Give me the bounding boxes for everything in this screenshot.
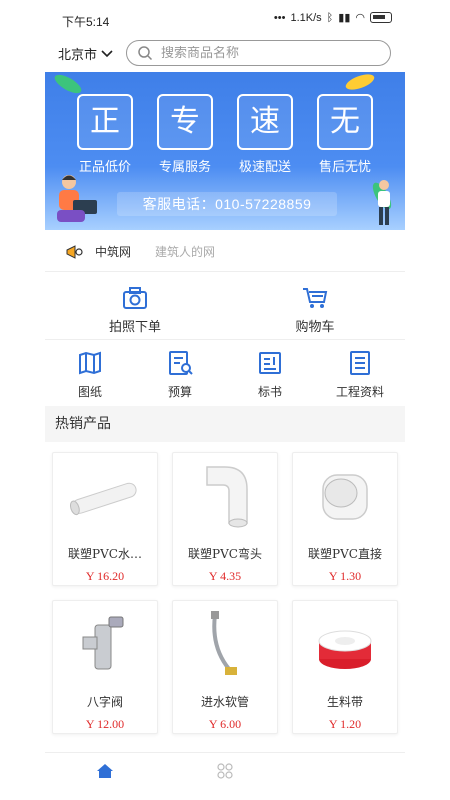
tab-placeholder[interactable] [285, 753, 405, 800]
home-icon [97, 764, 113, 778]
product-image [293, 601, 397, 689]
banner-tile: 专 专属服务 [145, 94, 225, 175]
category-label: 工程资料 [335, 385, 384, 399]
top-bar: 北京市 [0, 38, 450, 68]
product-card[interactable]: 八字阀 Y 12.00 [52, 600, 158, 734]
banner-tile: 无 售后无忧 [305, 94, 385, 175]
pvc-pipe-image [69, 482, 137, 516]
leaf-decoration [52, 72, 84, 97]
product-image [173, 601, 277, 689]
product-image [293, 453, 397, 541]
product-price: Y 16.20 [85, 569, 125, 583]
product-name: 八字阀 [86, 695, 123, 709]
city-selector[interactable]: 北京市 [58, 44, 114, 63]
product-image [173, 453, 277, 541]
tab-home[interactable] [45, 753, 165, 800]
person-laptop-illustration [57, 175, 97, 222]
category-bid[interactable]: 标书 [225, 344, 315, 402]
tile-char: 无 [317, 94, 373, 150]
product-name: 联塑PVC弯头 [188, 547, 262, 561]
search-bar[interactable] [126, 40, 391, 66]
product-name: 联塑PVC直接 [308, 547, 382, 561]
cart-icon [303, 288, 328, 308]
product-price: Y 1.20 [328, 717, 362, 731]
photo-order-label: 拍照下单 [108, 320, 161, 335]
product-name: 进水软管 [200, 695, 249, 709]
product-price: Y 12.00 [85, 717, 125, 731]
bottom-tab-bar [45, 752, 405, 800]
signal-dots-icon: ••• [273, 11, 286, 24]
product-grid: 联塑PVC水… Y 16.20 联塑PVC弯头 Y 4.35 联塑PVC直接 Y… [52, 452, 398, 734]
tile-char: 专 [157, 94, 213, 150]
map-icon [79, 351, 101, 375]
product-price: Y 1.30 [328, 569, 362, 583]
search-icon [138, 46, 153, 61]
battery-icon [370, 12, 392, 23]
hotline-text: 客服电话：010-57228859 [117, 192, 337, 216]
quick-actions: 拍照下单 购物车 [45, 280, 405, 340]
product-price: Y 6.00 [208, 717, 242, 731]
product-card[interactable]: 联塑PVC直接 Y 1.30 [292, 452, 398, 586]
bid-icon [259, 352, 281, 374]
category-engineering-docs[interactable]: 工程资料 [315, 344, 405, 402]
brand-slogan: 建筑人的网 [155, 245, 216, 259]
category-label: 预算 [167, 385, 192, 399]
product-card[interactable]: 生料带 Y 1.20 [292, 600, 398, 734]
brand-name: 中筑网 [95, 245, 132, 259]
megaphone-icon [66, 244, 83, 259]
ptfe-tape-image [318, 630, 372, 669]
person-standing-illustration [378, 180, 390, 225]
tile-caption: 极速配送 [238, 159, 291, 174]
category-budget[interactable]: 预算 [135, 344, 225, 402]
brand-strip: 中筑网 建筑人的网 [45, 232, 405, 272]
product-image [53, 601, 157, 689]
status-time: 下午5:14 [62, 15, 110, 29]
search-input[interactable] [161, 45, 371, 61]
banner-tile: 速 极速配送 [225, 94, 305, 175]
product-price: Y 4.35 [208, 569, 242, 583]
tile-caption: 专属服务 [158, 159, 211, 174]
tile-char: 正 [77, 94, 133, 150]
pvc-elbow-image [206, 466, 248, 528]
wifi-icon: ◠ [355, 12, 365, 24]
product-image [53, 453, 157, 541]
product-name: 生料带 [326, 695, 363, 709]
leaf-decoration [343, 72, 377, 93]
city-label: 北京市 [58, 48, 98, 63]
product-card[interactable]: 联塑PVC水… Y 16.20 [52, 452, 158, 586]
category-nav: 图纸 预算 标书 工程资料 [45, 344, 405, 402]
cart-button[interactable]: 购物车 [225, 280, 405, 339]
document-icon [350, 351, 370, 375]
status-bar: 下午5:14 ••• 1.1K/s ᛒ ▮▮ ◠ [0, 0, 450, 34]
photo-order-button[interactable]: 拍照下单 [45, 280, 225, 339]
promo-banner[interactable]: 正 正品低价 专 专属服务 速 极速配送 无 售后无忧 客服电话：010-572… [45, 72, 405, 230]
net-speed: 1.1K/s [290, 11, 322, 24]
bluetooth-icon: ᛒ [326, 11, 334, 24]
tab-categories[interactable] [165, 753, 285, 800]
product-card[interactable]: 进水软管 Y 6.00 [172, 600, 278, 734]
banner-tile: 正 正品低价 [65, 94, 145, 175]
tile-caption: 售后无忧 [318, 159, 371, 174]
grid-icon [217, 763, 233, 779]
category-label: 图纸 [77, 385, 102, 399]
banner-tiles: 正 正品低价 专 专属服务 速 极速配送 无 售后无忧 [65, 94, 385, 175]
angle-valve-image [82, 616, 124, 670]
product-card[interactable]: 联塑PVC弯头 Y 4.35 [172, 452, 278, 586]
chevron-down-icon [101, 49, 113, 57]
category-drawings[interactable]: 图纸 [45, 344, 135, 402]
hot-products-title: 热销产品 [45, 406, 405, 442]
camera-icon [123, 287, 147, 309]
pvc-coupling-image [322, 474, 368, 520]
status-icons: ••• 1.1K/s ᛒ ▮▮ ◠ [274, 11, 392, 24]
inlet-hose-image [211, 611, 237, 675]
signal-icon: ▮▮ [338, 12, 351, 24]
category-label: 标书 [257, 385, 282, 399]
budget-icon [169, 351, 193, 375]
product-name: 联塑PVC水… [68, 547, 142, 561]
tile-char: 速 [237, 94, 293, 150]
cart-label: 购物车 [295, 320, 335, 335]
